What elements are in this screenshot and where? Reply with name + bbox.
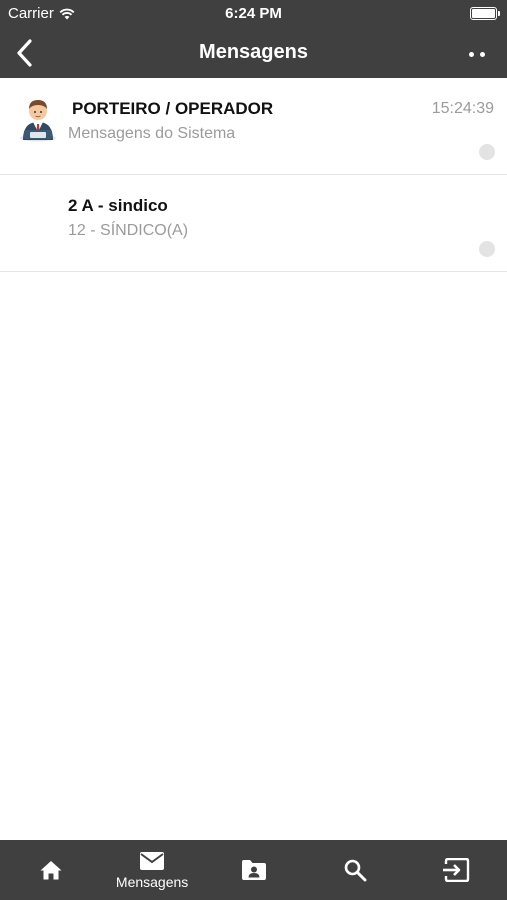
status-bar: Carrier 6:24 PM [0, 0, 507, 28]
message-subtitle: Mensagens do Sistema [68, 125, 236, 142]
message-row[interactable]: PORTEIRO / OPERADOR Mensagens do Sistema… [0, 78, 507, 175]
battery-level [472, 9, 495, 18]
more-dot-right [480, 51, 485, 57]
message-title: PORTEIRO / OPERADOR [72, 99, 274, 118]
message-row[interactable]: 2 A - sindico 12 - SÍNDICO(A) [0, 175, 507, 272]
battery-icon [470, 7, 500, 20]
tab-logout[interactable] [406, 840, 507, 900]
message-list: PORTEIRO / OPERADOR Mensagens do Sistema… [0, 78, 507, 272]
unread-indicator [479, 241, 495, 257]
home-icon [40, 861, 62, 880]
nav-bar: Mensagens [0, 28, 507, 78]
tab-bar: Mensagens [0, 840, 507, 900]
more-dot-left [469, 51, 474, 57]
page-title: Mensagens [199, 41, 308, 63]
tab-home[interactable] [0, 840, 101, 900]
message-title: 2 A - sindico [68, 196, 168, 215]
more-options-button[interactable] [465, 42, 489, 66]
battery-tip [498, 11, 500, 16]
message-time: 15:24:39 [431, 100, 494, 117]
logout-icon [443, 858, 470, 882]
doorman-avatar-icon [20, 100, 56, 142]
app-header: Carrier 6:24 PM Mensagens [0, 0, 507, 78]
search-icon [344, 859, 367, 882]
tab-mensagens[interactable]: Mensagens [101, 840, 202, 900]
tab-contacts[interactable] [203, 840, 304, 900]
tab-search[interactable] [304, 840, 405, 900]
status-time: 6:24 PM [225, 5, 282, 22]
tab-label: Mensagens [115, 873, 189, 890]
envelope-icon [140, 851, 165, 870]
contacts-folder-icon [241, 860, 266, 880]
unread-indicator [479, 144, 495, 160]
message-subtitle: 12 - SÍNDICO(A) [68, 222, 189, 239]
